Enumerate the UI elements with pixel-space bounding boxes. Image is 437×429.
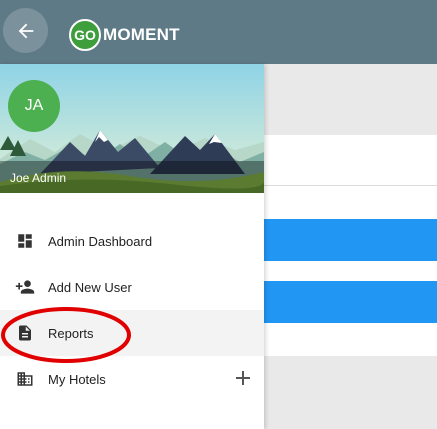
plus-icon[interactable] (236, 371, 250, 385)
drawer-header: JA Joe Admin (0, 64, 264, 193)
content-card (264, 135, 437, 185)
content-panel (264, 186, 437, 356)
menu-item-reports[interactable]: Reports (0, 310, 264, 356)
menu-item-admin-dashboard[interactable]: Admin Dashboard (0, 218, 264, 264)
menu-item-my-hotels[interactable]: My Hotels (0, 356, 264, 402)
document-icon (15, 323, 35, 343)
blue-button[interactable] (264, 281, 437, 323)
drawer-menu: Admin Dashboard Add New User Reports My … (0, 218, 264, 402)
person-add-icon (15, 277, 35, 297)
user-name: Joe Admin (10, 171, 67, 185)
hotel-building-icon (15, 369, 35, 389)
menu-item-label: Reports (48, 325, 94, 341)
navigation-drawer: JA Joe Admin Admin Dashboard Add New Use… (0, 64, 264, 429)
logo-go-badge: GO (69, 19, 101, 51)
arrow-back-icon (18, 23, 33, 38)
back-button[interactable] (3, 8, 48, 53)
app-bar: GO MOMENT (0, 0, 437, 64)
menu-item-label: Add New User (48, 279, 132, 295)
menu-item-label: My Hotels (48, 371, 106, 387)
app-logo: GO MOMENT (69, 19, 180, 51)
dashboard-icon (15, 231, 35, 251)
avatar: JA (8, 80, 60, 132)
logo-text: MOMENT (103, 25, 180, 44)
blue-button[interactable] (264, 219, 437, 261)
menu-item-label: Admin Dashboard (48, 233, 153, 249)
menu-item-add-new-user[interactable]: Add New User (0, 264, 264, 310)
